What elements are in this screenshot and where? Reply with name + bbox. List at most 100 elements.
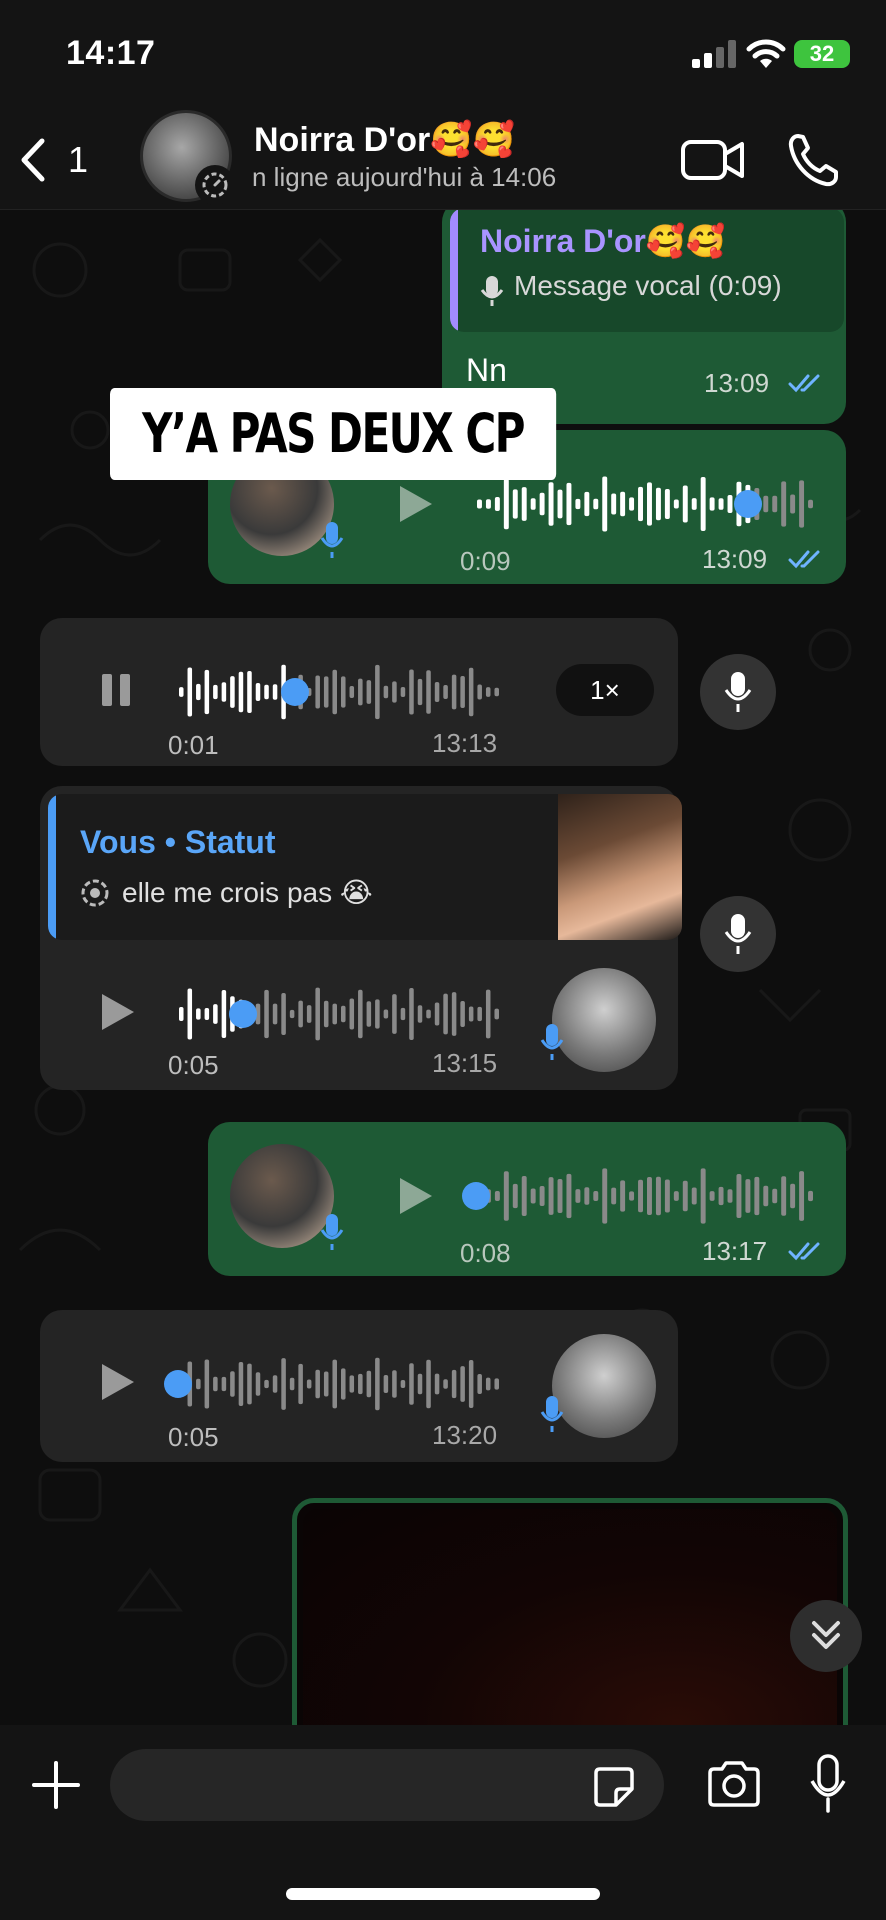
- sender-avatar: [552, 1334, 656, 1438]
- plus-icon[interactable]: [30, 1759, 82, 1811]
- video-call-icon[interactable]: [680, 130, 746, 190]
- home-indicator[interactable]: [286, 1888, 600, 1900]
- waveform-bar: [264, 1379, 269, 1389]
- battery-indicator: 32: [794, 40, 850, 68]
- quoted-message[interactable]: Noirra D'or🥰🥰 Message vocal (0:09): [450, 210, 844, 332]
- playback-position[interactable]: [280, 678, 309, 706]
- playback-position[interactable]: [734, 490, 762, 518]
- waveform-bar: [179, 1007, 184, 1021]
- waveform-bar: [494, 1378, 499, 1390]
- play-icon[interactable]: [92, 1358, 140, 1406]
- message-time: 13:09: [704, 368, 770, 398]
- pause-icon[interactable]: [92, 666, 140, 714]
- waveform-bar: [451, 1369, 457, 1399]
- play-icon[interactable]: [390, 480, 438, 528]
- status-reply-title: Vous • Statut: [80, 824, 276, 860]
- waveform-bar: [298, 1363, 303, 1405]
- waveform-bar: [375, 664, 380, 720]
- waveform-bar: [443, 993, 448, 1035]
- transcribe-mic-button[interactable]: [700, 654, 776, 730]
- phone-icon[interactable]: [786, 130, 842, 190]
- waveform-bar: [530, 498, 536, 510]
- double-check-icon: [788, 1242, 820, 1261]
- waveform-bar: [647, 482, 652, 526]
- voice-message-incoming[interactable]: 0:01 13:13 1×: [40, 618, 678, 766]
- waveform-bar: [477, 1373, 482, 1395]
- waveform-bar: [213, 1376, 218, 1392]
- waveform-bar: [566, 482, 572, 526]
- waveform-bar: [332, 669, 337, 715]
- double-chevron-down-icon: [812, 1621, 840, 1649]
- status-ring-icon: [195, 165, 235, 205]
- waveform-bar: [548, 482, 554, 526]
- back-button[interactable]: 1: [20, 132, 100, 188]
- waveform-bar: [247, 671, 252, 713]
- voice-message-incoming[interactable]: Vous • Statut elle me crois pas 😭 0:05 1…: [40, 786, 682, 1090]
- voice-message-outgoing[interactable]: 0:08 13:17: [208, 1122, 846, 1276]
- voice-message-incoming[interactable]: 0:05 13:20: [40, 1310, 678, 1462]
- waveform-bar: [772, 495, 778, 513]
- playback-position[interactable]: [462, 1182, 490, 1210]
- quote-accent-bar: [48, 794, 56, 940]
- mic-icon[interactable]: [808, 1753, 848, 1815]
- double-check-icon: [788, 550, 820, 569]
- waveform-bar: [575, 498, 581, 510]
- waveform-bar: [620, 1180, 626, 1212]
- waveform[interactable]: [476, 474, 816, 534]
- waveform[interactable]: [476, 1166, 816, 1226]
- waveform-bar: [434, 1002, 440, 1026]
- message-time: 13:15: [432, 1048, 498, 1078]
- status-reply-quote[interactable]: Vous • Statut elle me crois pas 😭: [48, 794, 682, 940]
- scroll-to-bottom-button[interactable]: [790, 1600, 862, 1672]
- last-seen: n ligne aujourd'hui à 14:06: [252, 162, 557, 192]
- waveform-bar: [682, 485, 688, 523]
- waveform[interactable]: [178, 984, 502, 1044]
- clock: 14:17: [66, 34, 156, 72]
- waveform-bar: [204, 1007, 210, 1021]
- sender-avatar: [552, 968, 656, 1072]
- waveform[interactable]: [178, 662, 502, 722]
- waveform-bar: [204, 1359, 210, 1409]
- waveform-bar: [602, 476, 608, 532]
- waveform-bar: [557, 489, 563, 519]
- waveform-bar: [392, 994, 397, 1034]
- waveform-bar: [593, 498, 599, 510]
- waveform-bar: [264, 684, 269, 700]
- waveform[interactable]: [178, 1354, 502, 1414]
- waveform-bar: [575, 1189, 581, 1203]
- waveform-bar: [611, 1187, 617, 1205]
- waveform-bar: [673, 1191, 679, 1201]
- status-reply-text: elle me crois pas 😭: [122, 877, 373, 908]
- waveform-bar: [638, 486, 643, 522]
- waveform-bar: [566, 1173, 572, 1219]
- waveform-bar: [647, 1176, 652, 1216]
- waveform-bar: [512, 1183, 518, 1209]
- playback-position[interactable]: [164, 1370, 192, 1398]
- waveform-bar: [443, 684, 448, 700]
- playback-speed-button[interactable]: 1×: [556, 664, 654, 716]
- waveform-bar: [426, 1359, 431, 1409]
- message-input[interactable]: [110, 1749, 664, 1821]
- waveform-bar: [790, 1183, 796, 1209]
- transcribe-mic-button[interactable]: [700, 896, 776, 972]
- play-icon[interactable]: [390, 1172, 438, 1220]
- playback-position[interactable]: [228, 1000, 257, 1028]
- waveform-bar: [426, 670, 431, 714]
- waveform-bar: [281, 1358, 286, 1410]
- waveform-bar: [494, 496, 500, 512]
- waveform-bar: [392, 1370, 397, 1398]
- camera-icon[interactable]: [706, 1759, 762, 1809]
- waveform-bar: [400, 686, 406, 698]
- waveform-bar: [503, 478, 509, 530]
- waveform-bar: [281, 993, 286, 1035]
- waveform-bar: [521, 487, 527, 521]
- contact-name[interactable]: Noirra D'or🥰🥰: [254, 120, 515, 160]
- waveform-bar: [230, 1371, 235, 1397]
- play-icon[interactable]: [92, 988, 140, 1036]
- sticker-icon[interactable]: [592, 1765, 636, 1809]
- waveform-bar: [255, 683, 261, 701]
- waveform-bar: [460, 1366, 465, 1402]
- contact-avatar[interactable]: [140, 110, 235, 205]
- chat-area[interactable]: Noirra D'or🥰🥰 Message vocal (0:09) Nn 13…: [0, 210, 886, 1725]
- media-message-outgoing[interactable]: [292, 1498, 848, 1725]
